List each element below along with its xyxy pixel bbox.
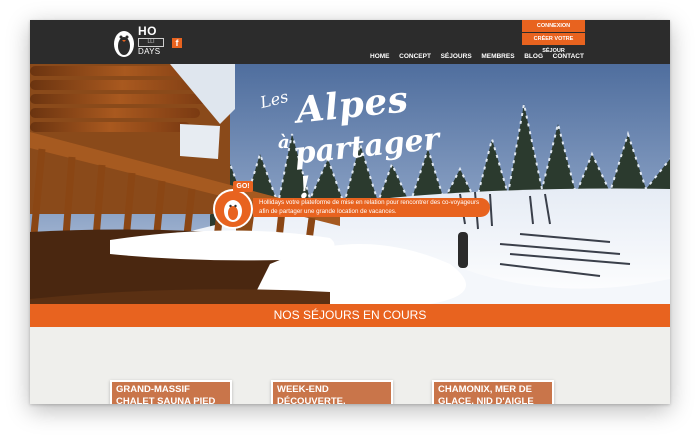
nav-sejours[interactable]: SÉJOURS <box>441 53 472 60</box>
site-logo[interactable]: HO LLI DAYS <box>112 24 168 58</box>
facebook-icon[interactable]: f <box>172 38 182 48</box>
section-title: NOS SÉJOURS EN COURS <box>30 304 670 327</box>
hero-title-les: Les <box>258 86 291 113</box>
hero-title: Les Alpes à partager ! <box>258 78 460 206</box>
stay-card[interactable]: CHAMONIX, MER DE GLACE, NID D'AIGLE <box>432 380 554 404</box>
hero-title-alpes: Alpes <box>294 78 411 132</box>
browser-page: HO LLI DAYS f CONNEXION CRÉER VOTRE SÉJO… <box>30 20 670 404</box>
stay-card[interactable]: WEEK-END DÉCOUVERTE, <box>271 380 393 404</box>
nav-contact[interactable]: CONTACT <box>553 53 584 60</box>
top-header: HO LLI DAYS f CONNEXION CRÉER VOTRE SÉJO… <box>30 20 670 64</box>
go-badge[interactable] <box>213 189 253 229</box>
nav-concept[interactable]: CONCEPT <box>399 53 431 60</box>
nav-membres[interactable]: MEMBRES <box>481 53 514 60</box>
stay-card[interactable]: GRAND-MASSIF CHALET SAUNA PIED <box>110 380 232 404</box>
main-nav: HOME CONCEPT SÉJOURS MEMBRES BLOG CONTAC… <box>370 50 584 62</box>
hero-title-a: à <box>278 132 290 153</box>
hero-title-partager: partager ! <box>292 121 442 207</box>
penguin-icon <box>114 31 134 57</box>
penguin-icon <box>224 200 242 222</box>
hero-banner: Les Alpes à partager ! GO! Hollidays vot… <box>30 64 670 304</box>
logo-text-middle: LLI <box>138 38 164 47</box>
logo-wordmark: HO LLI DAYS <box>138 24 168 58</box>
logo-text-top: HO <box>138 24 157 38</box>
nav-home[interactable]: HOME <box>370 53 390 60</box>
callout-text: Hollidays votre plateforme de mise en re… <box>259 199 480 215</box>
go-label: GO! <box>233 181 253 192</box>
create-stay-button[interactable]: CRÉER VOTRE SÉJOUR <box>522 33 585 54</box>
hero-callout: GO! Hollidays votre plateforme de mise e… <box>213 181 493 229</box>
login-button[interactable]: CONNEXION <box>522 20 585 32</box>
nav-blog[interactable]: BLOG <box>524 53 543 60</box>
logo-text-bottom: DAYS <box>138 47 161 56</box>
